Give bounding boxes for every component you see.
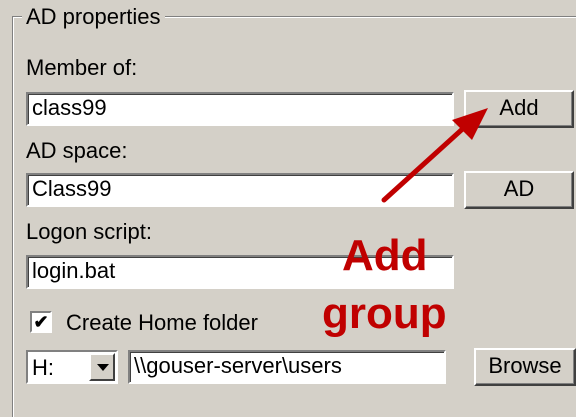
- annotation-group: group: [322, 289, 447, 338]
- red-arrow-icon: [381, 108, 488, 203]
- annotation-add: Add: [342, 231, 428, 280]
